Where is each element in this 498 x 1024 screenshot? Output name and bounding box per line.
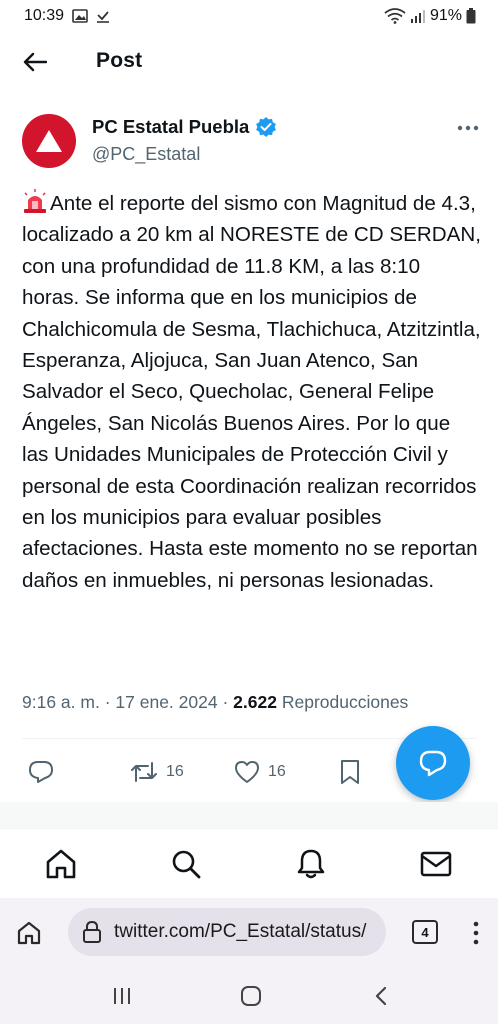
like-button[interactable]: 16 xyxy=(234,752,286,792)
tweet-text: Ante el reporte del sismo con Magnitud d… xyxy=(22,188,482,596)
signal-icon xyxy=(410,9,426,23)
repost-icon xyxy=(131,762,157,782)
status-right: 91% xyxy=(384,7,476,25)
search-icon xyxy=(172,850,201,879)
like-count: 16 xyxy=(268,763,286,780)
reply-icon xyxy=(29,761,53,783)
nav-notifications[interactable] xyxy=(294,847,328,881)
system-home-button[interactable] xyxy=(236,982,266,1010)
nav-search[interactable] xyxy=(169,847,203,881)
heart-icon xyxy=(235,761,259,783)
status-bar: 10:39 91% xyxy=(0,0,498,32)
post-header: Post xyxy=(0,38,498,86)
bookmark-button[interactable] xyxy=(340,752,360,792)
page-title: Post xyxy=(96,49,143,72)
url-text: twitter.com/PC_Estatal/status/ xyxy=(114,921,367,942)
tweet-body: Ante el reporte del sismo con Magnitud d… xyxy=(22,192,481,592)
meta-separator: · xyxy=(104,692,111,712)
url-bar[interactable]: twitter.com/PC_Estatal/status/ xyxy=(68,908,386,956)
chat-bubble-icon xyxy=(419,750,447,777)
recents-icon xyxy=(114,988,130,1004)
browser-menu-button[interactable] xyxy=(466,918,486,948)
download-done-icon xyxy=(96,9,110,23)
compose-reply-fab[interactable] xyxy=(396,726,470,800)
repost-count: 16 xyxy=(166,763,184,780)
bookmark-icon xyxy=(341,760,359,784)
repost-button[interactable]: 16 xyxy=(130,752,184,792)
gallery-icon xyxy=(72,9,88,23)
content-gap xyxy=(0,802,498,828)
status-left: 10:39 xyxy=(24,7,110,25)
system-navigation xyxy=(0,968,498,1024)
meta-separator: · xyxy=(222,692,229,712)
author-name[interactable]: PC Estatal Puebla xyxy=(92,116,249,138)
tweet-meta: 9:16 a. m. · 17 ene. 2024 · 2.622 Reprod… xyxy=(22,692,482,713)
author-name-row: PC Estatal Puebla xyxy=(92,116,277,138)
more-options-button[interactable] xyxy=(454,116,482,140)
battery-percent: 91% xyxy=(429,7,462,24)
nav-messages[interactable] xyxy=(419,847,453,881)
home-outline-icon xyxy=(17,921,41,945)
tweet-time[interactable]: 9:16 a. m. xyxy=(22,692,100,712)
arrow-left-icon xyxy=(23,52,47,72)
more-horizontal-icon xyxy=(457,125,479,131)
mail-icon xyxy=(420,851,452,877)
author-handle[interactable]: @PC_Estatal xyxy=(92,144,200,165)
battery-icon xyxy=(466,8,476,24)
triangle-logo-icon xyxy=(36,130,62,152)
bottom-nav xyxy=(0,828,498,898)
views-count: 2.622 xyxy=(233,692,277,712)
nav-home[interactable] xyxy=(44,847,78,881)
police-siren-emoji-icon xyxy=(24,189,46,213)
home-square-icon xyxy=(241,986,261,1006)
recents-button[interactable] xyxy=(107,982,137,1010)
bell-icon xyxy=(297,849,325,879)
avatar[interactable] xyxy=(22,114,76,168)
tweet-date[interactable]: 17 ene. 2024 xyxy=(115,692,217,712)
reply-button[interactable] xyxy=(28,752,54,792)
back-button[interactable] xyxy=(20,49,50,75)
browser-toolbar: twitter.com/PC_Estatal/status/ 4 xyxy=(0,898,498,968)
author-block: PC Estatal Puebla @PC_Estatal xyxy=(22,112,482,172)
chevron-left-icon xyxy=(375,986,387,1006)
views-label: Reproducciones xyxy=(281,692,409,712)
browser-home-button[interactable] xyxy=(14,918,44,948)
tweet-actions: 16 16 xyxy=(22,752,382,792)
verified-badge-icon xyxy=(256,117,277,137)
lock-icon xyxy=(83,920,101,943)
tabs-button[interactable]: 4 xyxy=(412,920,438,944)
more-vertical-icon xyxy=(473,921,479,945)
wifi-icon xyxy=(384,8,406,24)
system-back-button[interactable] xyxy=(366,982,396,1010)
home-icon xyxy=(46,849,76,879)
status-time: 10:39 xyxy=(24,7,65,24)
